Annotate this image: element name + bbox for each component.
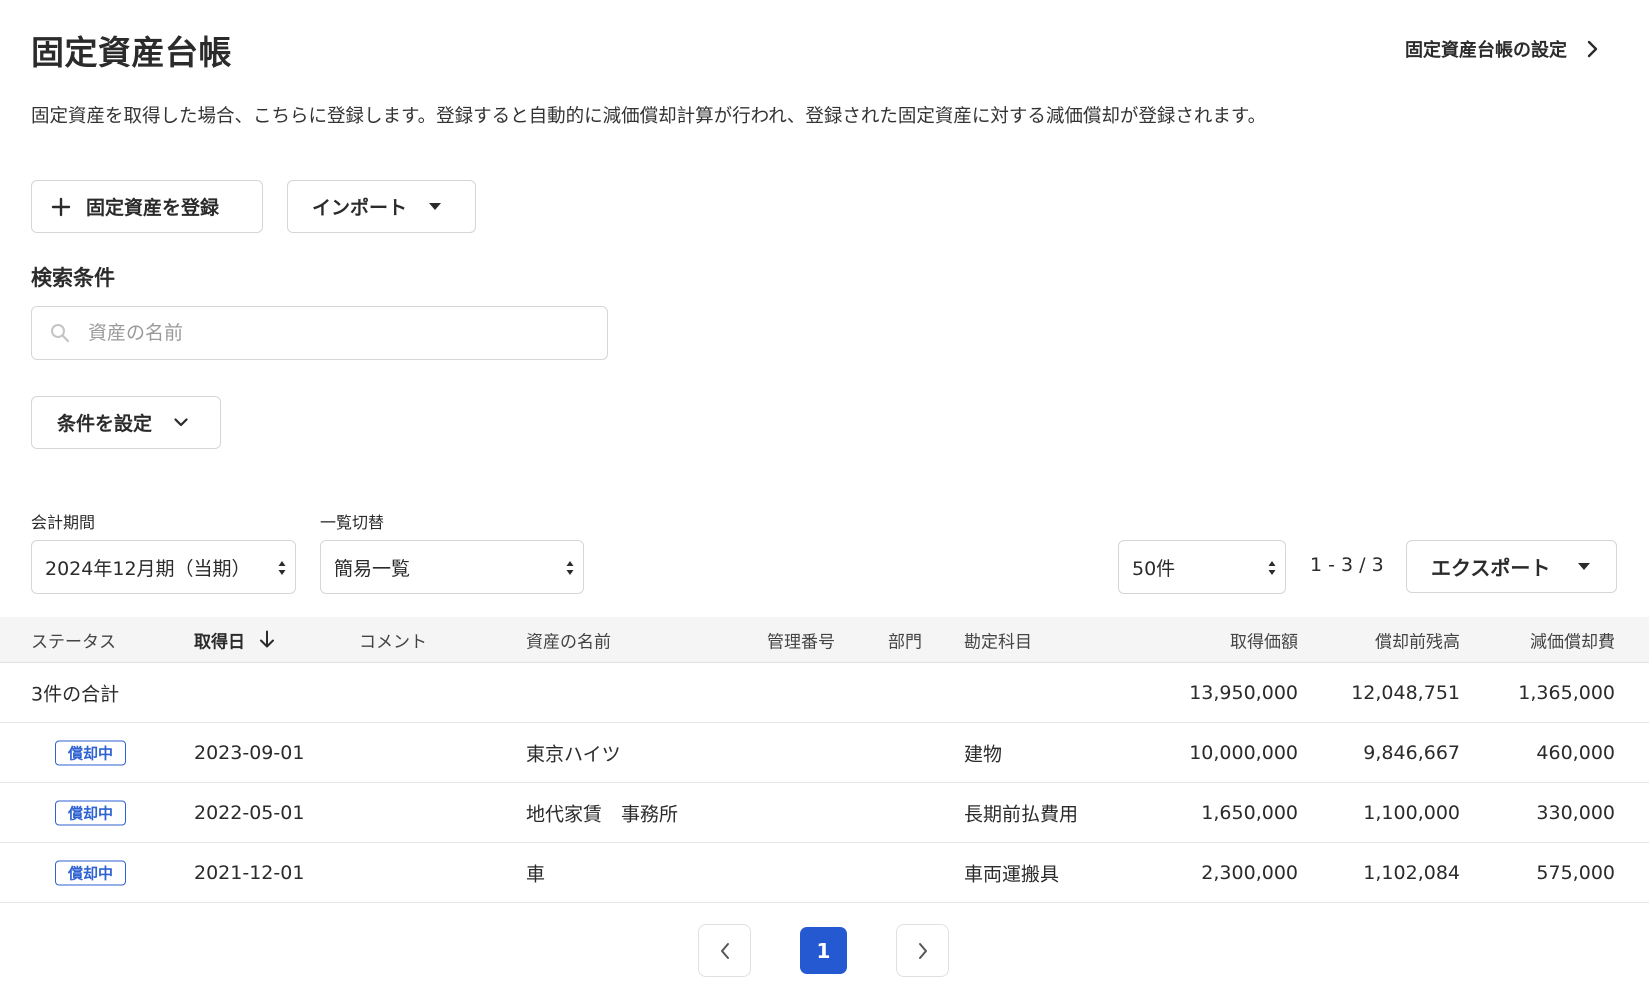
column-acquired-date[interactable]: 取得日 — [194, 627, 275, 652]
per-page-value: 50件 — [1132, 557, 1176, 580]
view-switch-label: 一覧切替 — [320, 513, 385, 532]
depreciation-expense: 330,000 — [1536, 801, 1615, 824]
register-asset-label: 固定資産を登録 — [86, 197, 220, 219]
set-condition-label: 条件を設定 — [57, 413, 153, 435]
asset-name: 東京ハイツ — [526, 743, 621, 765]
acquisition-cost: 10,000,000 — [1189, 741, 1298, 764]
search-heading: 検索条件 — [31, 266, 115, 290]
column-acquired-date-label: 取得日 — [194, 632, 245, 652]
table-row[interactable]: 償却中 2023-09-01 東京ハイツ 建物 10,000,000 9,846… — [0, 723, 1649, 783]
table-header: ステータス 取得日 コメント 資産の名前 管理番号 部門 勘定科目 取得価額 償… — [0, 617, 1649, 663]
summary-pre-depreciation-balance: 12,048,751 — [1351, 681, 1460, 704]
ledger-settings-link[interactable]: 固定資産台帳の設定 — [1405, 36, 1599, 62]
column-pre-depreciation-balance[interactable]: 償却前残高 — [1375, 627, 1460, 652]
chevron-right-icon — [918, 942, 927, 959]
column-asset-name[interactable]: 資産の名前 — [526, 627, 611, 652]
per-page-select[interactable]: 50件 — [1118, 540, 1286, 594]
export-label: エクスポート — [1431, 556, 1551, 580]
pagination-next-button[interactable] — [896, 924, 949, 977]
acquisition-cost: 2,300,000 — [1201, 861, 1298, 884]
column-comment[interactable]: コメント — [359, 627, 427, 652]
table-row[interactable]: 償却中 2021-12-01 車 車両運搬具 2,300,000 1,102,0… — [0, 843, 1649, 903]
acquired-date: 2021-12-01 — [194, 861, 305, 884]
table-row[interactable]: 償却中 2022-05-01 地代家賃 事務所 長期前払費用 1,650,000… — [0, 783, 1649, 843]
caret-down-icon — [1578, 562, 1591, 570]
status-badge: 償却中 — [55, 860, 127, 885]
search-box — [31, 306, 608, 360]
acquired-date: 2023-09-01 — [194, 741, 305, 764]
account-name: 車両運搬具 — [964, 863, 1060, 885]
depreciation-expense: 575,000 — [1536, 861, 1615, 884]
ledger-settings-label: 固定資産台帳の設定 — [1405, 40, 1567, 61]
pagination-prev-button[interactable] — [698, 924, 751, 977]
acquisition-cost: 1,650,000 — [1201, 801, 1298, 824]
status-badge: 償却中 — [55, 800, 127, 825]
asset-name: 車 — [526, 863, 546, 885]
pagination-page-button[interactable]: 1 — [800, 927, 847, 974]
select-arrows-icon — [1268, 561, 1276, 575]
asset-name-search-input[interactable] — [88, 322, 568, 344]
register-asset-button[interactable]: 固定資産を登録 — [31, 180, 263, 233]
sort-descending-icon — [260, 630, 274, 648]
pre-depreciation-balance: 1,102,084 — [1363, 861, 1460, 884]
import-button[interactable]: インポート — [287, 180, 476, 233]
chevron-right-icon — [1587, 40, 1598, 58]
account-name: 建物 — [964, 743, 1003, 765]
plus-icon — [51, 197, 71, 216]
summary-row: 3件の合計 13,950,000 12,048,751 1,365,000 — [0, 663, 1649, 723]
search-icon — [51, 324, 70, 343]
column-department[interactable]: 部門 — [888, 627, 922, 652]
caret-down-icon — [429, 202, 442, 210]
summary-label: 3件の合計 — [31, 683, 120, 705]
summary-depreciation-expense: 1,365,000 — [1518, 681, 1615, 704]
chevron-left-icon — [720, 942, 729, 959]
column-acquisition-cost[interactable]: 取得価額 — [1230, 627, 1298, 652]
accounting-period-value: 2024年12月期（当期） — [45, 557, 251, 580]
set-condition-button[interactable]: 条件を設定 — [31, 396, 221, 449]
select-arrows-icon — [278, 561, 286, 575]
page-title: 固定資産台帳 — [31, 33, 232, 72]
result-range: 1 - 3 / 3 — [1310, 554, 1384, 576]
column-status[interactable]: ステータス — [31, 627, 116, 652]
column-management-no[interactable]: 管理番号 — [767, 627, 835, 652]
acquired-date: 2022-05-01 — [194, 801, 305, 824]
summary-acquisition-cost: 13,950,000 — [1189, 681, 1298, 704]
status-badge: 償却中 — [55, 740, 127, 765]
pre-depreciation-balance: 1,100,000 — [1363, 801, 1460, 824]
chevron-down-icon — [174, 418, 188, 427]
accounting-period-label: 会計期間 — [31, 513, 96, 532]
pre-depreciation-balance: 9,846,667 — [1363, 741, 1460, 764]
select-arrows-icon — [566, 561, 574, 575]
asset-name: 地代家賃 事務所 — [526, 803, 679, 825]
import-label: インポート — [312, 197, 408, 219]
accounting-period-select[interactable]: 2024年12月期（当期） — [31, 540, 296, 594]
view-switch-value: 簡易一覧 — [334, 557, 411, 580]
column-depreciation-expense[interactable]: 減価償却費 — [1530, 627, 1615, 652]
export-button[interactable]: エクスポート — [1406, 540, 1617, 593]
fixed-asset-table: ステータス 取得日 コメント 資産の名前 管理番号 部門 勘定科目 取得価額 償… — [0, 617, 1649, 903]
account-name: 長期前払費用 — [964, 803, 1079, 825]
page-description: 固定資産を取得した場合、こちらに登録します。登録すると自動的に減価償却計算が行わ… — [31, 106, 1267, 127]
column-account[interactable]: 勘定科目 — [964, 627, 1032, 652]
view-switch-select[interactable]: 簡易一覧 — [320, 540, 584, 594]
depreciation-expense: 460,000 — [1536, 741, 1615, 764]
